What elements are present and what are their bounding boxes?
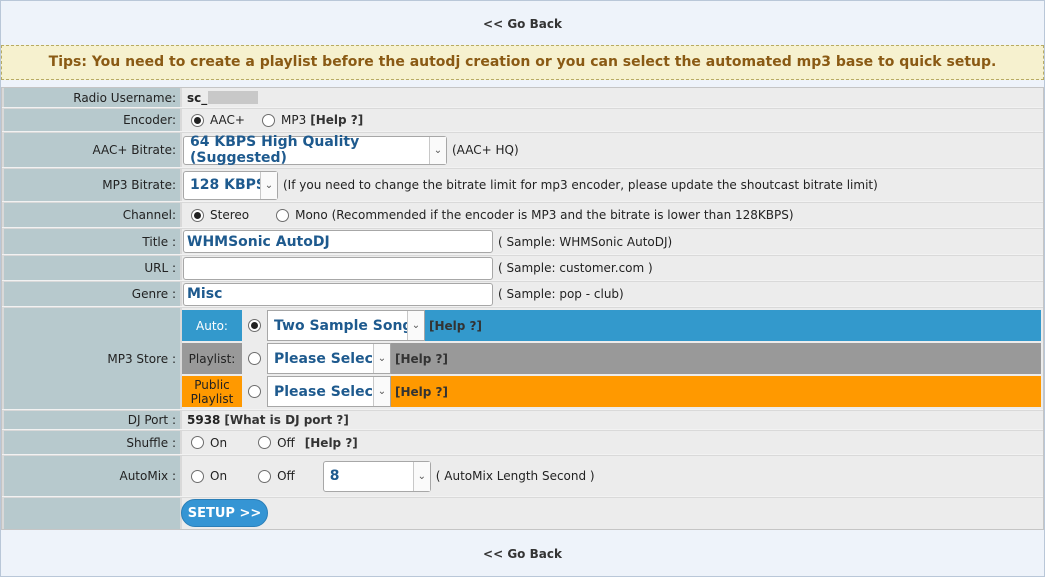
shuffle-on-label: On xyxy=(210,435,228,450)
shuffle-on-radio[interactable] xyxy=(191,436,204,449)
dj-port-value: 5938 xyxy=(187,413,221,427)
mp3-bitrate-select[interactable]: 128 KBPS ⌄ xyxy=(183,170,278,200)
mp3-store-public-tag: Public Playlist xyxy=(190,377,234,406)
automix-hint: ( AutoMix Length Second ) xyxy=(435,469,595,483)
autodj-form: Radio Username: sc_ Encoder: AAC+ MP3 [H… xyxy=(1,87,1044,530)
genre-input[interactable]: Misc xyxy=(183,282,493,306)
row-dj-port: DJ Port : 5938 [What is DJ port ?] xyxy=(2,411,1043,430)
go-back-link-bottom[interactable]: << Go Back xyxy=(0,547,1045,561)
aac-bitrate-selected: 64 KBPS High Quality (Suggested) xyxy=(190,134,360,166)
mp3-store-playlist-select[interactable]: Please Select ⌄ xyxy=(267,343,391,374)
row-channel: Channel: Stereo Mono (Recommended if the… xyxy=(2,203,1043,228)
chevron-down-icon: ⌄ xyxy=(429,136,446,164)
shuffle-help-link[interactable]: [Help ?] xyxy=(305,436,358,450)
aac-bitrate-select[interactable]: 64 KBPS High Quality (Suggested) ⌄ xyxy=(183,134,447,166)
chevron-down-icon: ⌄ xyxy=(407,311,424,340)
url-label: URL : xyxy=(4,256,180,280)
row-encoder: Encoder: AAC+ MP3 [Help ?] xyxy=(2,109,1043,132)
dj-port-help-link[interactable]: [What is DJ port ?] xyxy=(224,413,348,427)
tips-banner: Tips: You need to create a playlist befo… xyxy=(1,45,1044,80)
radio-username-value: sc_ xyxy=(187,90,208,105)
encoder-aac-radio[interactable] xyxy=(191,113,204,127)
encoder-aac-label: AAC+ xyxy=(210,113,245,127)
chevron-down-icon: ⌄ xyxy=(260,171,277,199)
genre-label: Genre : xyxy=(4,282,180,306)
mp3-store-public-radio[interactable] xyxy=(248,385,261,398)
mp3-store-auto-help-link[interactable]: [Help ?] xyxy=(429,319,482,333)
mp3-store-playlist-help-link[interactable]: [Help ?] xyxy=(395,352,448,366)
automix-off-label: Off xyxy=(277,469,295,483)
redacted-username-block xyxy=(208,91,259,104)
title-hint: ( Sample: WHMSonic AutoDJ) xyxy=(498,234,673,249)
chevron-down-icon: ⌄ xyxy=(373,344,390,373)
url-hint: ( Sample: customer.com ) xyxy=(498,261,653,275)
mp3-store-auto-tag: Auto: xyxy=(196,318,228,333)
chevron-down-icon: ⌄ xyxy=(373,377,390,406)
mp3-store-label: MP3 Store : xyxy=(4,308,180,409)
title-label: Title : xyxy=(4,229,180,254)
automix-on-radio[interactable] xyxy=(191,469,204,483)
channel-stereo-radio[interactable] xyxy=(191,208,204,222)
mp3-store-auto-selected: Two Sample Songs xyxy=(274,317,421,334)
mp3-store-public-line: Public Playlist Please Select ⌄ [Help ?] xyxy=(182,376,1041,407)
row-shuffle: Shuffle : On Off [Help ?] xyxy=(2,431,1043,455)
shuffle-off-label: Off xyxy=(277,435,295,450)
row-setup xyxy=(2,498,1043,529)
automix-off-radio[interactable] xyxy=(258,469,272,483)
aac-bitrate-label: AAC+ Bitrate: xyxy=(4,133,180,167)
mp3-store-playlist-radio[interactable] xyxy=(248,352,261,365)
genre-hint: ( Sample: pop - club) xyxy=(498,287,624,301)
encoder-mp3-label: MP3 xyxy=(280,113,307,127)
encoder-mp3-radio[interactable] xyxy=(261,113,275,127)
aac-bitrate-hint: (AAC+ HQ) xyxy=(452,143,519,157)
channel-stereo-label: Stereo xyxy=(210,208,250,222)
mp3-bitrate-label: MP3 Bitrate: xyxy=(4,169,180,201)
mp3-store-playlist-selected: Please Select xyxy=(274,350,380,367)
mp3-bitrate-selected: 128 KBPS xyxy=(190,177,266,193)
row-title: Title : WHMSonic AutoDJ ( Sample: WHMSon… xyxy=(2,229,1043,255)
mp3-bitrate-hint: (If you need to change the bitrate limit… xyxy=(283,178,878,192)
mp3-store-auto-select[interactable]: Two Sample Songs ⌄ xyxy=(267,310,425,341)
shuffle-label: Shuffle : xyxy=(4,431,180,454)
automix-on-label: On xyxy=(210,469,228,483)
mp3-store-auto-line: Auto: Two Sample Songs ⌄ [Help ?] xyxy=(182,310,1041,341)
row-url: URL : ( Sample: customer.com ) xyxy=(2,256,1043,281)
mp3-store-auto-radio[interactable] xyxy=(248,319,261,332)
channel-label: Channel: xyxy=(4,203,180,227)
mp3-store-public-select[interactable]: Please Select ⌄ xyxy=(267,376,391,407)
mp3-store-public-help-link[interactable]: [Help ?] xyxy=(395,385,448,399)
row-mp3-bitrate: MP3 Bitrate: 128 KBPS ⌄ (If you need to … xyxy=(2,169,1043,202)
automix-label: AutoMix : xyxy=(4,456,180,496)
row-mp3-store: MP3 Store : Auto: Two Sample Songs ⌄ [He… xyxy=(2,308,1043,410)
radio-username-label: Radio Username: xyxy=(4,88,180,107)
mp3-store-playlist-line: Playlist: Please Select ⌄ [Help ?] xyxy=(182,343,1041,374)
title-input[interactable]: WHMSonic AutoDJ xyxy=(183,230,493,253)
row-aac-bitrate: AAC+ Bitrate: 64 KBPS High Quality (Sugg… xyxy=(2,133,1043,168)
setup-button[interactable]: SETUP >> xyxy=(181,499,268,527)
go-back-link-top[interactable]: << Go Back xyxy=(0,17,1045,31)
mp3-store-playlist-tag: Playlist: xyxy=(188,351,236,366)
encoder-help-link[interactable]: [Help ?] xyxy=(310,113,363,127)
channel-mono-radio[interactable] xyxy=(276,208,290,222)
automix-length-selected: 8 xyxy=(329,468,340,484)
channel-mono-label: Mono (Recommended if the encoder is MP3 … xyxy=(295,208,794,222)
encoder-label: Encoder: xyxy=(4,109,180,131)
row-automix: AutoMix : On Off 8 ⌄ ( AutoMix Length Se… xyxy=(2,456,1043,497)
dj-port-label: DJ Port : xyxy=(4,411,180,429)
mp3-store-public-selected: Please Select xyxy=(274,383,380,400)
chevron-down-icon: ⌄ xyxy=(412,461,430,491)
row-radio-username: Radio Username: sc_ xyxy=(2,88,1043,108)
url-input[interactable] xyxy=(183,256,493,280)
row-genre: Genre : Misc ( Sample: pop - club) xyxy=(2,282,1043,307)
shuffle-off-radio[interactable] xyxy=(258,436,272,449)
automix-length-select[interactable]: 8 ⌄ xyxy=(322,460,431,492)
